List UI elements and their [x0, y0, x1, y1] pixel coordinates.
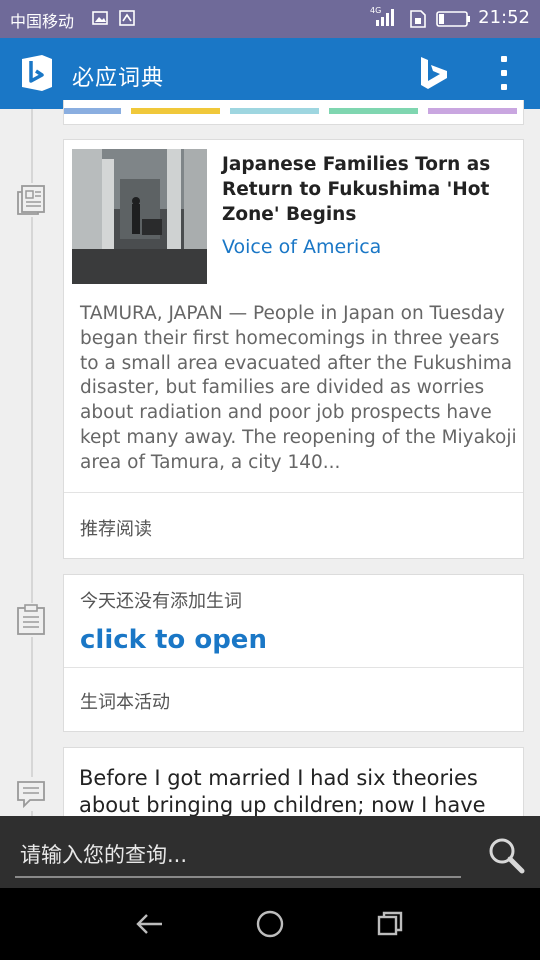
app-bar: 必应词典 [0, 38, 540, 109]
vocabulary-card: 今天还没有添加生词 click to open 生词本活动 [63, 574, 524, 732]
click-to-open-link[interactable]: click to open [80, 625, 267, 655]
news-title[interactable]: Japanese Families Torn as Return to Fuku… [222, 152, 512, 227]
search-bar [0, 816, 540, 888]
sim-icon [408, 9, 428, 33]
home-icon[interactable] [250, 906, 290, 942]
recent-apps-icon[interactable] [370, 906, 410, 942]
vocabulary-activity-link[interactable]: 生词本活动 [80, 688, 170, 714]
news-icon [15, 183, 47, 217]
news-thumbnail[interactable] [72, 149, 207, 284]
category-tabs-card [63, 100, 524, 125]
category-tab-4[interactable] [329, 108, 418, 114]
bing-logo-icon[interactable] [418, 56, 450, 96]
network-type-label: 4G [370, 6, 381, 15]
quote-bubble-icon [15, 777, 47, 811]
app-title: 必应词典 [72, 66, 165, 91]
notification-image-icon [92, 9, 110, 31]
no-words-text: 今天还没有添加生词 [80, 591, 242, 612]
signal-icon: 4G [370, 5, 400, 33]
battery-icon [436, 10, 472, 32]
news-body: TAMURA, JAPAN — People in Japan on Tuesd… [80, 303, 517, 473]
news-source[interactable]: Voice of America [222, 236, 381, 258]
quote-text: Before I got married I had six theories … [79, 766, 486, 817]
category-tab-3[interactable] [230, 108, 319, 114]
clock: 21:52 [478, 7, 530, 28]
category-tab-1[interactable] [64, 108, 121, 114]
search-input[interactable] [15, 834, 461, 878]
back-icon[interactable] [130, 906, 170, 942]
overflow-menu-icon[interactable] [496, 56, 512, 92]
category-tab-5[interactable] [428, 108, 517, 114]
divider [64, 492, 523, 493]
carrier-label: 中国移动 [10, 12, 75, 31]
search-icon[interactable] [486, 835, 526, 875]
recommended-reading-link[interactable]: 推荐阅读 [80, 515, 152, 541]
status-bar: 中国移动 4G 21:52 [0, 0, 540, 38]
category-color-tabs [64, 108, 523, 114]
screenshot-icon [118, 9, 136, 31]
divider [64, 667, 523, 668]
system-nav-bar [0, 888, 540, 960]
news-card[interactable]: Japanese Families Torn as Return to Fuku… [63, 139, 524, 559]
app-logo-icon [20, 53, 54, 97]
category-tab-2[interactable] [131, 108, 220, 114]
clipboard-icon [15, 603, 47, 637]
